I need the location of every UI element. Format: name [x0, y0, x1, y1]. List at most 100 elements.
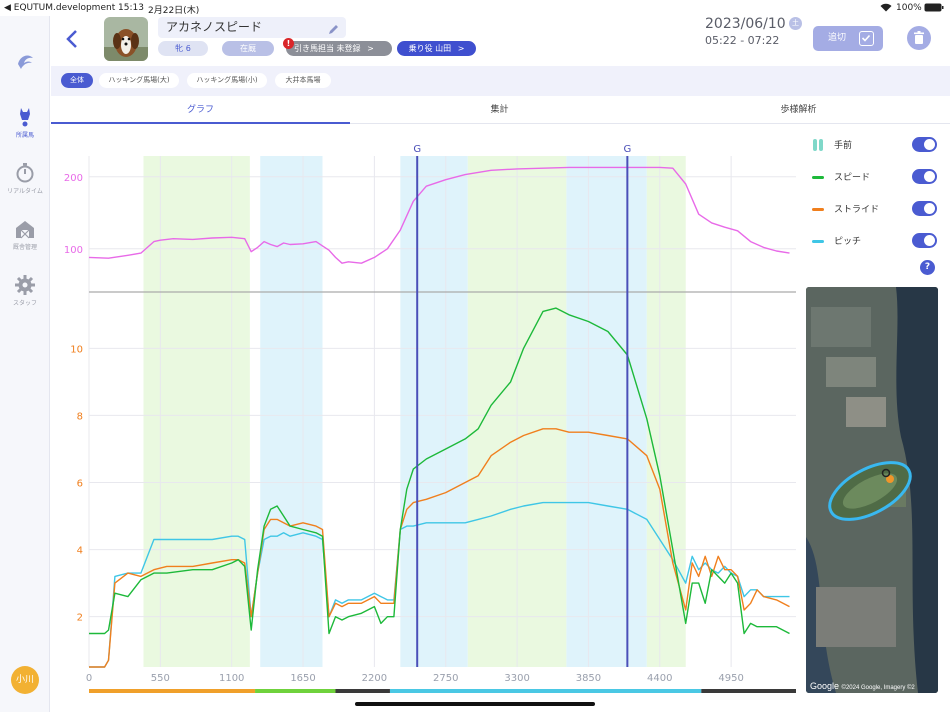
horse-name: アカネノスピード: [166, 20, 263, 34]
gear-icon: [15, 275, 35, 295]
lead-bar-segment: [389, 689, 702, 693]
handler-value: 未登録: [336, 44, 361, 53]
filter-chip-main-track[interactable]: 大井本馬場: [275, 73, 331, 88]
bottom-y-tick-label: 6: [77, 479, 83, 490]
tab-summary[interactable]: 集計: [350, 97, 649, 124]
add-workout-button[interactable]: 追切: [813, 26, 883, 51]
horse-photo[interactable]: [104, 17, 148, 61]
wifi-icon: [880, 3, 892, 15]
rider-button[interactable]: 乗り役 山田 >: [397, 41, 476, 56]
lead-swatch: [813, 139, 817, 151]
filter-chip-hacking-small[interactable]: ハッキング馬場(小): [187, 73, 267, 88]
pace-band: [400, 156, 468, 667]
pace-band: [260, 156, 323, 667]
x-tick-label: 3850: [576, 673, 601, 684]
lead-bar-segment: [701, 689, 796, 693]
legend-item-pitch: ピッチ: [812, 232, 940, 250]
barn-icon: [16, 221, 34, 239]
goal-label: G: [413, 144, 421, 155]
course-filter-bar: 全体 ハッキング馬場(大) ハッキング馬場(小) 大井本馬場: [51, 66, 950, 96]
legend-item-speed: スピード: [812, 168, 940, 186]
x-tick-label: 550: [151, 673, 170, 684]
top-y-tick-label: 200: [64, 173, 83, 184]
top-y-tick-label: 100: [64, 245, 83, 256]
checkmark-icon: [859, 31, 874, 46]
status-battery-text: 100%: [896, 3, 922, 13]
delete-button[interactable]: [907, 26, 931, 50]
warning-icon: !: [283, 38, 294, 49]
add-workout-label: 追切: [828, 33, 847, 43]
x-tick-label: 4400: [647, 673, 672, 684]
sidebar-item-realtime[interactable]: リアルタイム: [0, 162, 50, 195]
stopwatch-icon: [16, 163, 34, 183]
sidebar-item-stable[interactable]: 厩舎管理: [0, 218, 50, 251]
training-chart: 1002002468100 550 1100 1650 2200 2750 3300 3850…: [64, 144, 796, 693]
pencil-icon[interactable]: [328, 21, 339, 42]
status-date: 2月22日(木): [148, 6, 200, 16]
sidebar: 所属馬 リアルタイム 厩舎管理 スタッフ 小川: [0, 16, 50, 712]
filter-chip-hacking-large[interactable]: ハッキング馬場(大): [99, 73, 179, 88]
x-tick-label: 4950: [718, 673, 743, 684]
back-button[interactable]: [64, 28, 80, 50]
x-tick-label: 0: [86, 673, 92, 684]
view-tabs: グラフ 集計 歩様解析: [51, 97, 950, 124]
toggle-lead[interactable]: [912, 137, 937, 152]
status-bar: ◀ EQUTUM.development 15:13 2月22日(木) 100%: [0, 0, 950, 16]
x-tick-label: 1650: [290, 673, 315, 684]
bottom-y-tick-label: 10: [70, 344, 83, 355]
help-icon[interactable]: ?: [920, 260, 935, 275]
pace-band: [566, 156, 647, 667]
app-logo-icon[interactable]: [0, 50, 50, 74]
map-credit: Google ©2024 Google, Imagery ©2: [810, 681, 915, 691]
home-indicator: [355, 702, 595, 706]
toggle-stride[interactable]: [912, 201, 937, 216]
status-badge: 在厩: [222, 41, 274, 56]
lead-bar-segment: [255, 689, 336, 693]
toggle-speed[interactable]: [912, 169, 937, 184]
legend-label: スピード: [834, 173, 871, 183]
pace-band: [143, 156, 250, 667]
handler-button[interactable]: 引き馬担当 未登録 >: [286, 41, 392, 56]
x-tick-label: 1100: [219, 673, 244, 684]
speed-swatch: [812, 176, 824, 179]
lead-bar-segment: [89, 689, 256, 693]
goal-label: G: [623, 144, 631, 155]
sidebar-item-label: 厩舎管理: [12, 244, 37, 251]
user-avatar[interactable]: 小川: [11, 666, 39, 694]
lead-bar-segment: [335, 689, 390, 693]
trash-icon: [914, 31, 924, 44]
bottom-y-tick-label: 4: [77, 546, 83, 557]
chevron-right-icon: >: [367, 44, 374, 53]
filter-chip-all[interactable]: 全体: [61, 73, 93, 88]
sidebar-item-label: スタッフ: [12, 300, 37, 307]
horse-icon: [20, 108, 30, 127]
x-tick-label: 2200: [362, 673, 387, 684]
handler-label: 引き馬担当: [294, 44, 334, 53]
battery-icon: [924, 3, 944, 15]
map-credit-text: ©2024 Google, Imagery ©2: [841, 685, 915, 691]
sidebar-item-horses[interactable]: 所属馬: [0, 106, 50, 139]
pace-band: [467, 156, 518, 667]
horse-name-field[interactable]: アカネノスピード: [158, 17, 346, 38]
legend-label: ピッチ: [834, 237, 862, 247]
sidebar-item-label: リアルタイム: [7, 188, 43, 195]
sidebar-item-staff[interactable]: スタッフ: [0, 274, 50, 307]
lead-swatch: [819, 139, 823, 151]
bottom-y-tick-label: 8: [77, 411, 83, 422]
stride-swatch: [812, 208, 824, 211]
sidebar-item-label: 所属馬: [15, 132, 34, 139]
tab-graph[interactable]: グラフ: [51, 97, 350, 124]
legend-label: 手前: [834, 141, 853, 151]
x-tick-label: 2750: [433, 673, 458, 684]
legend-item-stride: ストライド: [812, 200, 940, 218]
map-credit-logo: Google: [810, 681, 840, 691]
toggle-pitch[interactable]: [912, 233, 937, 248]
status-time: 15:13: [118, 3, 144, 13]
pace-band: [517, 156, 567, 667]
x-tick-label: 3300: [504, 673, 529, 684]
track-map[interactable]: Google ©2024 Google, Imagery ©2: [806, 287, 938, 693]
tab-gait-analysis[interactable]: 歩様解析: [649, 97, 948, 124]
legend-item-lead: 手前: [812, 136, 940, 154]
day-of-week-badge: 土: [789, 17, 802, 30]
status-back-app[interactable]: ◀ EQUTUM.development: [4, 3, 115, 13]
